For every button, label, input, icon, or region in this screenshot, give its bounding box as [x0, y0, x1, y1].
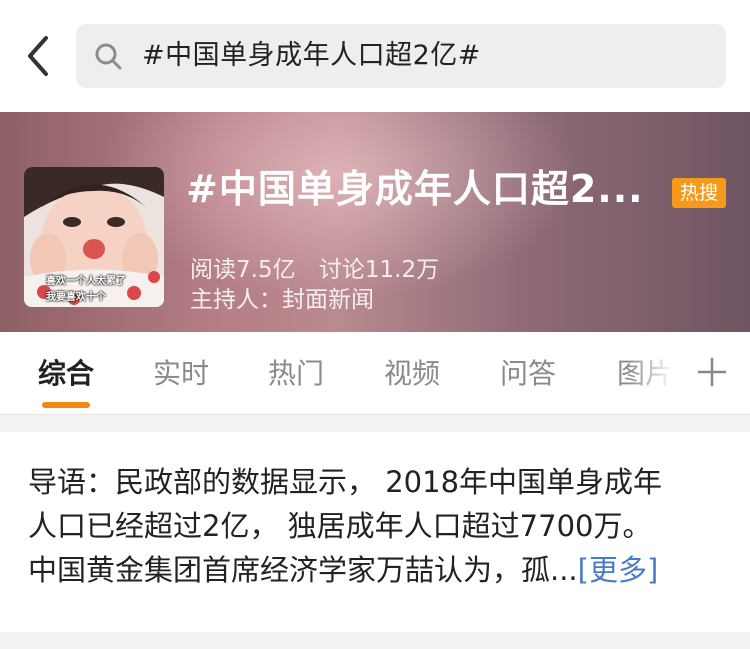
- topic-host[interactable]: 主持人：封面新闻: [190, 280, 374, 314]
- search-query[interactable]: #中国单身成年人口超2亿#: [142, 24, 481, 88]
- topic-title: #中国单身成年人口超2...: [186, 167, 644, 211]
- plus-icon[interactable]: [694, 352, 730, 392]
- tab-realtime[interactable]: 实时: [153, 332, 209, 414]
- intro-line-2: 人口已经超过2亿， 独居成年人口超过7700万。: [28, 509, 652, 543]
- topic-stats: 阅读7.5亿 讨论11.2万: [190, 250, 455, 284]
- active-tab-indicator: [42, 402, 90, 408]
- intro-card: 导语：民政部的数据显示， 2018年中国单身成年 人口已经超过2亿， 独居成年人…: [0, 432, 750, 632]
- intro-text: 导语：民政部的数据显示， 2018年中国单身成年 人口已经超过2亿， 独居成年人…: [28, 460, 728, 592]
- tab-video[interactable]: 视频: [384, 332, 440, 414]
- search-bar[interactable]: #中国单身成年人口超2亿#: [76, 24, 726, 88]
- tab-overflow-fade: [628, 332, 686, 414]
- more-link[interactable]: [更多]: [578, 553, 659, 587]
- intro-line-3-text: 中国黄金集团首席经济学家万喆认为，孤...: [28, 553, 578, 587]
- thumbnail-caption-1: 喜欢一个人太累了: [46, 276, 126, 287]
- back-arrow-icon: [28, 36, 48, 76]
- thumbnail-caption-2: 我要喜欢十个: [46, 292, 106, 303]
- search-icon: [95, 43, 122, 70]
- hot-badge: 热搜: [672, 178, 726, 208]
- intro-line-3: 中国黄金集团首席经济学家万喆认为，孤...[更多]: [28, 548, 728, 592]
- topic-thumbnail[interactable]: 喜欢一个人太累了 我要喜欢十个: [24, 167, 164, 307]
- top-bar: #中国单身成年人口超2亿#: [0, 0, 750, 112]
- intro-line-1: 导语：民政部的数据显示， 2018年中国单身成年: [28, 465, 663, 499]
- back-button[interactable]: [18, 34, 58, 78]
- tab-qa[interactable]: 问答: [500, 332, 556, 414]
- tab-hot[interactable]: 热门: [268, 332, 324, 414]
